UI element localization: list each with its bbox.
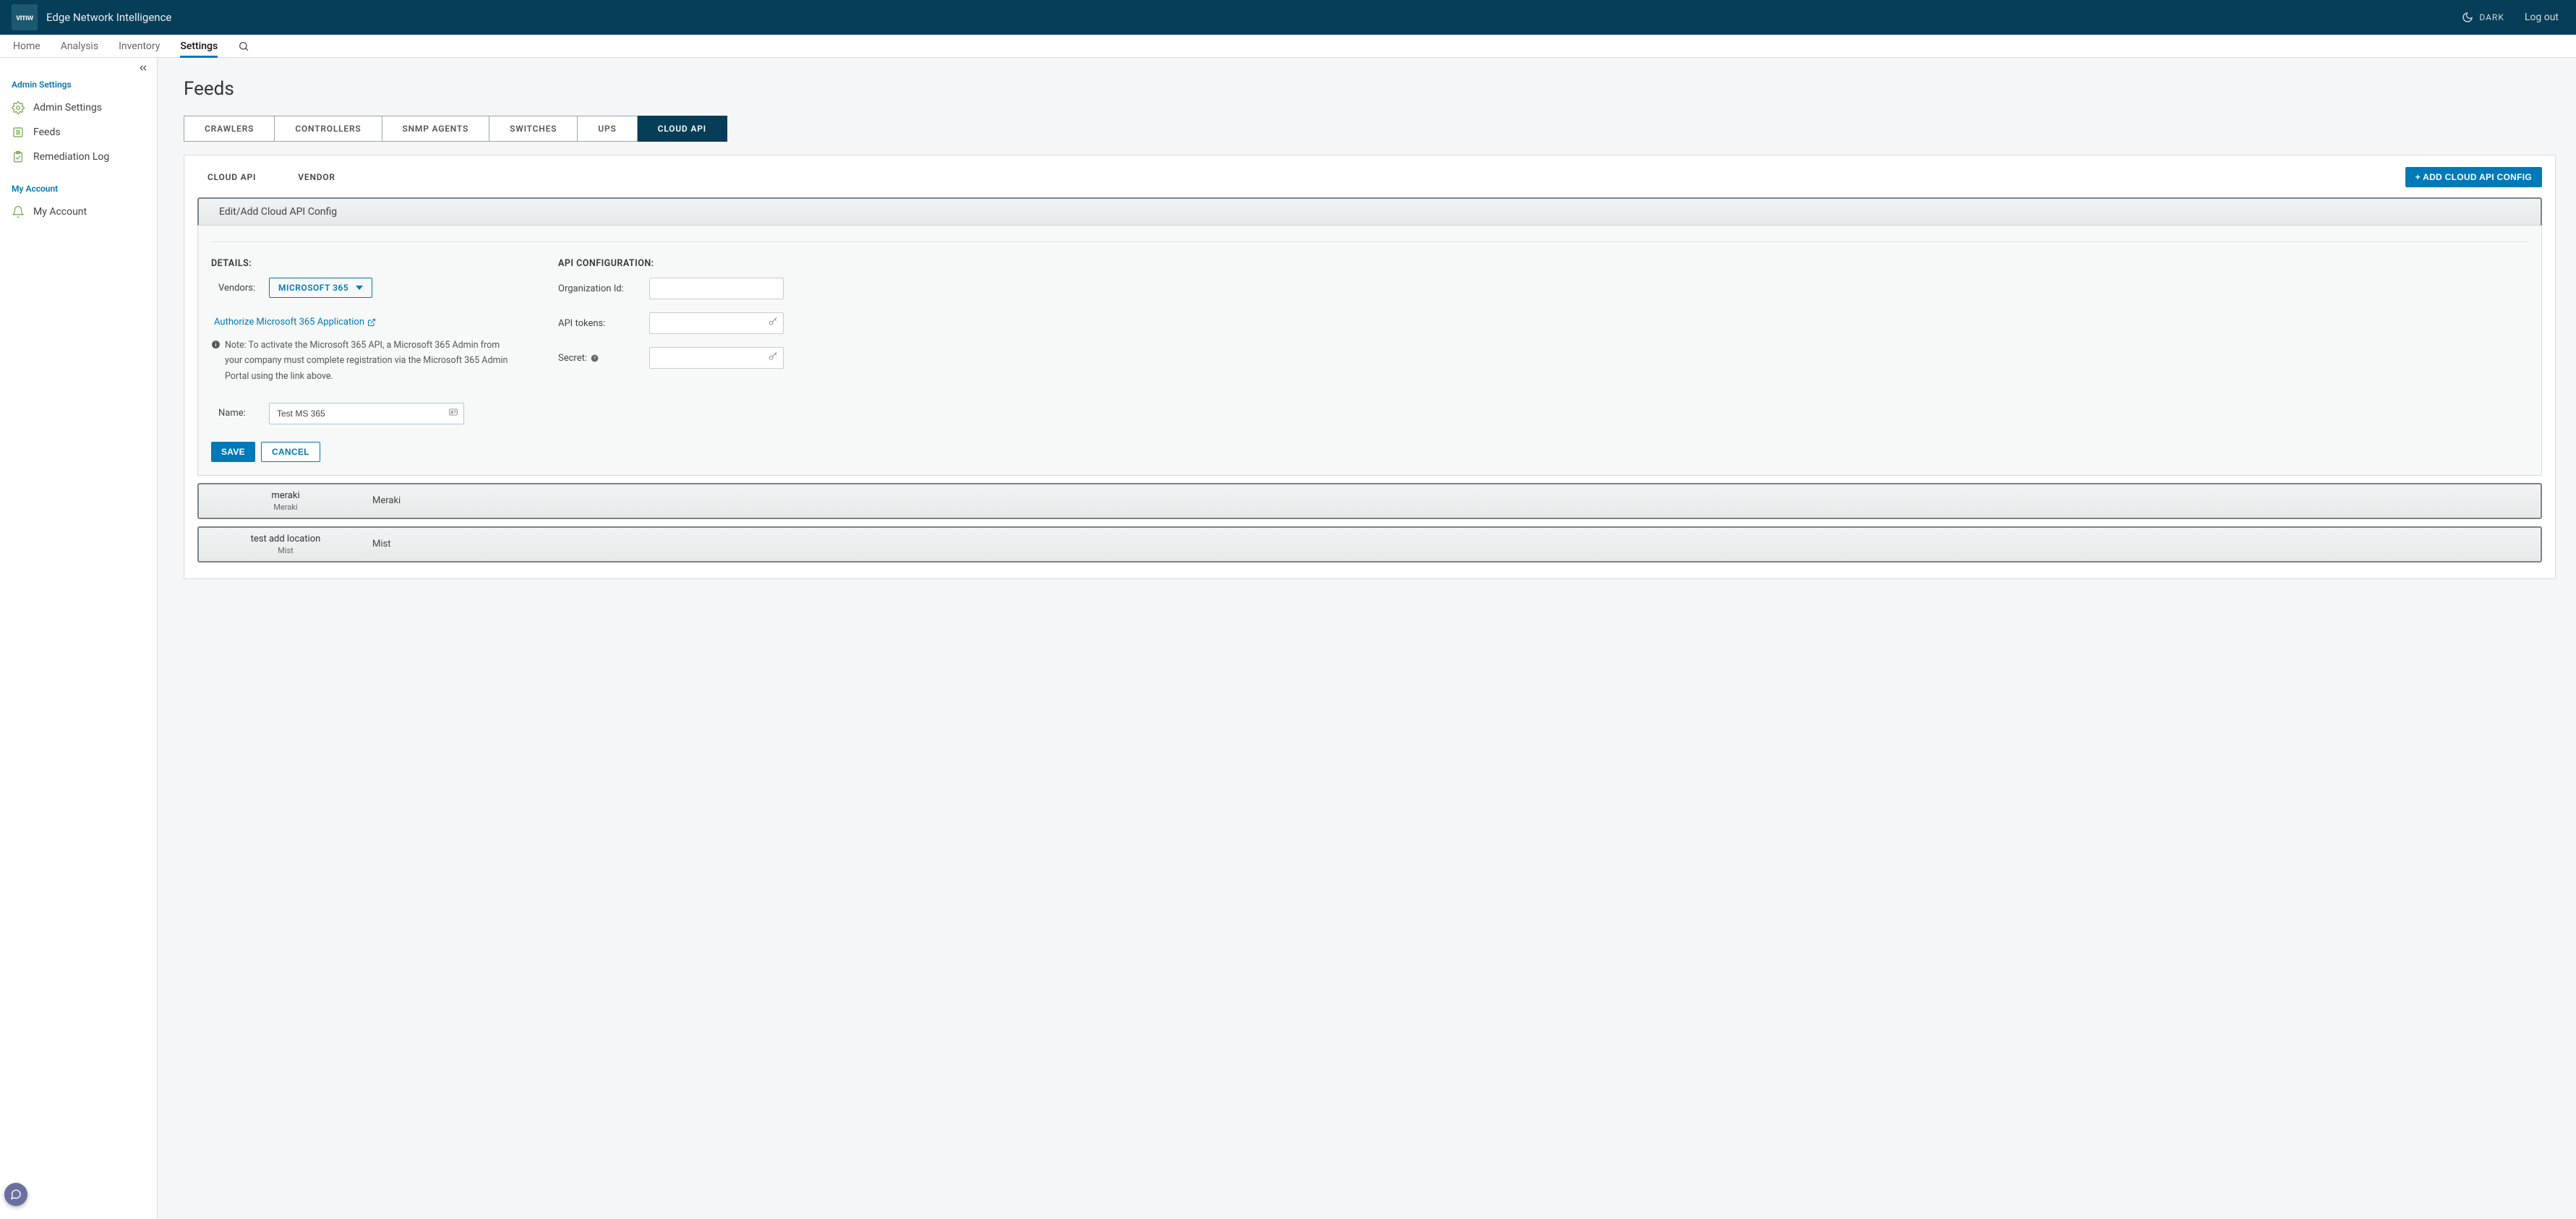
row-vendor: Mist — [372, 539, 390, 549]
name-label: Name: — [218, 408, 259, 419]
bell-icon — [12, 205, 25, 218]
vendor-dropdown[interactable]: MICROSOFT 365 — [269, 278, 372, 298]
sidebar-collapse-button[interactable] — [137, 62, 150, 77]
row-title: meraki — [199, 490, 372, 501]
authorize-link-text: Authorize Microsoft 365 Application — [214, 317, 364, 328]
contact-card-icon — [448, 407, 458, 420]
chat-bubble-icon — [10, 1189, 22, 1200]
help-float-button[interactable] — [4, 1183, 27, 1206]
tab-controllers[interactable]: CONTROLLERS — [275, 116, 382, 142]
sidebar-label: Admin Settings — [33, 102, 102, 114]
api-tokens-input[interactable] — [649, 312, 784, 334]
config-edit-header[interactable]: Edit/Add Cloud API Config — [197, 197, 2542, 226]
caret-down-icon — [356, 286, 363, 290]
sidebar-label: Feeds — [33, 127, 61, 138]
sidebar-item-remediation-log[interactable]: Remediation Log — [0, 145, 157, 169]
save-button[interactable]: SAVE — [211, 442, 255, 462]
tab-switches[interactable]: SWITCHES — [489, 116, 578, 142]
sidebar-section-account: My Account — [0, 169, 157, 200]
help-icon[interactable]: ? — [590, 354, 599, 363]
activation-note: Note: To activate the Microsoft 365 API,… — [211, 338, 515, 384]
tab-crawlers[interactable]: CRAWLERS — [184, 116, 275, 142]
vendors-label: Vendors: — [218, 283, 259, 294]
chevron-double-left-icon — [137, 62, 150, 74]
key-icon — [768, 351, 778, 364]
cancel-button[interactable]: CANCEL — [261, 442, 320, 462]
feeds-tabstrip: CRAWLERS CONTROLLERS SNMP AGENTS SWITCHE… — [184, 116, 2556, 142]
sidebar-section-admin: Admin Settings — [0, 65, 157, 95]
info-icon — [211, 340, 221, 349]
tab-snmp-agents[interactable]: SNMP AGENTS — [382, 116, 490, 142]
cloud-api-panel: CLOUD API VENDOR + ADD CLOUD API CONFIG … — [184, 155, 2556, 579]
add-cloud-api-config-button[interactable]: + ADD CLOUD API CONFIG — [2405, 167, 2542, 187]
sidebar-label: My Account — [33, 206, 87, 218]
tab-ups[interactable]: UPS — [578, 116, 637, 142]
nav-inventory[interactable]: Inventory — [119, 35, 160, 57]
nav-analysis[interactable]: Analysis — [61, 35, 98, 57]
vendor-selected: MICROSOFT 365 — [278, 283, 348, 293]
secret-label: Secret: — [558, 353, 587, 364]
sidebar-label: Remediation Log — [33, 151, 109, 163]
svg-text:?: ? — [594, 356, 596, 361]
row-subtitle: Meraki — [199, 502, 372, 512]
sidebar-item-admin-settings[interactable]: Admin Settings — [0, 95, 157, 120]
sidebar-item-my-account[interactable]: My Account — [0, 200, 157, 224]
key-icon — [768, 317, 778, 330]
api-config-section-label: API CONFIGURATION: — [558, 258, 862, 269]
cloud-api-row-mist[interactable]: test add location Mist Mist — [197, 526, 2542, 563]
subtab-vendor[interactable]: VENDOR — [298, 172, 335, 182]
vmw-logo: vmw — [12, 4, 38, 30]
subtab-cloud-api[interactable]: CLOUD API — [207, 172, 256, 182]
nav-settings[interactable]: Settings — [180, 35, 218, 57]
details-section-label: DETAILS: — [211, 258, 515, 269]
org-id-input[interactable] — [649, 278, 784, 299]
dark-mode-toggle[interactable]: DARK — [2462, 12, 2504, 23]
moon-icon — [2462, 12, 2473, 23]
page-title: Feeds — [184, 78, 2556, 100]
api-tokens-label: API tokens: — [558, 318, 639, 329]
row-subtitle: Mist — [199, 546, 372, 555]
sidebar-item-feeds[interactable]: Feeds — [0, 120, 157, 145]
cloud-api-row-meraki[interactable]: meraki Meraki Meraki — [197, 483, 2542, 519]
config-body: DETAILS: Vendors: MICROSOFT 365 Authoriz… — [197, 226, 2542, 476]
secret-input[interactable] — [649, 347, 784, 369]
search-icon[interactable] — [238, 40, 249, 52]
logout-link[interactable]: Log out — [2525, 12, 2559, 23]
list-icon — [12, 126, 25, 139]
tab-cloud-api[interactable]: CLOUD API — [638, 116, 727, 142]
org-id-label: Organization Id: — [558, 283, 639, 294]
row-vendor: Meraki — [372, 495, 401, 506]
clipboard-check-icon — [12, 150, 25, 163]
nav-home[interactable]: Home — [13, 35, 40, 57]
gear-icon — [12, 101, 25, 114]
dark-mode-label: DARK — [2479, 12, 2504, 22]
app-title: Edge Network Intelligence — [46, 11, 171, 24]
external-link-icon — [367, 318, 376, 327]
row-title: test add location — [199, 534, 372, 544]
name-input[interactable] — [269, 403, 464, 424]
authorize-ms365-link[interactable]: Authorize Microsoft 365 Application — [214, 317, 376, 328]
